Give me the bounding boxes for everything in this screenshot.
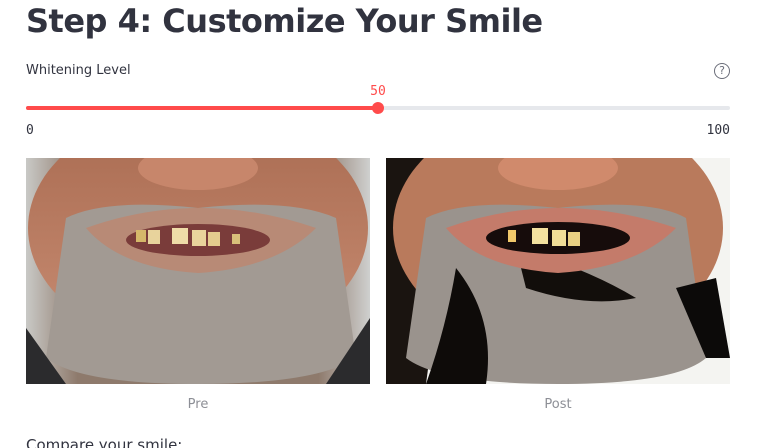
whitening-slider[interactable]: 50 bbox=[26, 84, 730, 116]
post-caption: Post bbox=[544, 397, 572, 412]
slider-max-label: 100 bbox=[706, 123, 730, 138]
compare-label: Compare your smile: bbox=[26, 436, 183, 448]
slider-fill bbox=[26, 106, 378, 110]
slider-min-label: 0 bbox=[26, 123, 34, 138]
pre-image bbox=[26, 158, 370, 384]
slider-label: Whitening Level bbox=[26, 63, 131, 78]
slider-thumb[interactable] bbox=[372, 102, 384, 114]
page: Step 4: Customize Your Smile Whitening L… bbox=[0, 0, 768, 448]
slider-value: 50 bbox=[370, 84, 386, 99]
post-image bbox=[386, 158, 730, 384]
page-title: Step 4: Customize Your Smile bbox=[26, 2, 543, 40]
pre-caption: Pre bbox=[187, 397, 209, 412]
help-icon[interactable]: ? bbox=[714, 63, 730, 79]
